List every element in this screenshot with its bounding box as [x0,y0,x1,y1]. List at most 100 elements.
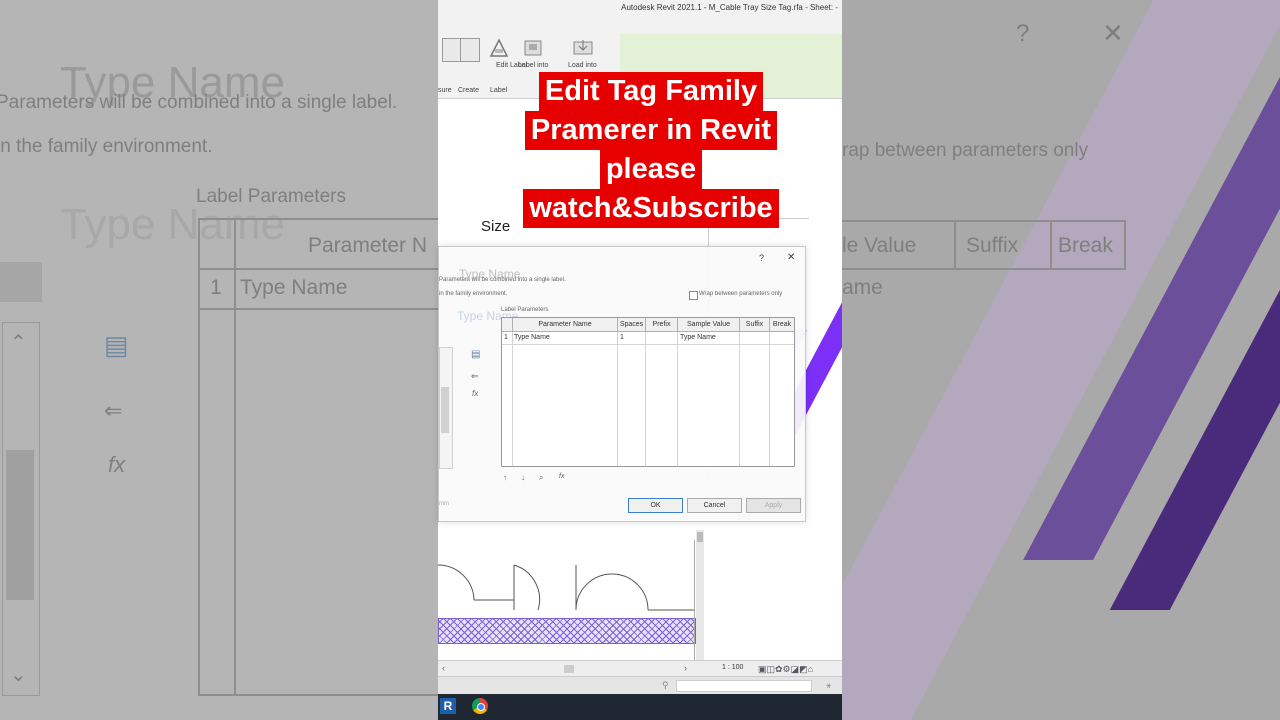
background-title-ghost-2: Type Name [60,200,285,249]
row-index: 1 [504,334,508,341]
edit-label-button[interactable] [488,38,514,60]
column-spaces: Spaces [618,318,646,332]
background-break: Break [1058,234,1113,257]
edit-label-dialog: ? ✕ Type Name Parameters will be combine… [438,246,806,522]
view-edge [694,540,695,660]
dialog-info-line2: in the family environment. [439,291,508,297]
edit-parameter-icon[interactable]: ⌕ [539,473,543,483]
background-close-icon: ✕ [1102,18,1124,48]
scroll-left-icon[interactable]: ‹ [442,663,445,673]
column-parameter-name: Parameter Name [513,318,618,332]
background-right-col-3 [1124,220,1126,270]
add-parameter-icon[interactable]: ▤ [471,349,480,360]
background-table-header-line [198,268,438,270]
vertical-scrollbar[interactable] [696,530,704,660]
column-break: Break [770,318,794,332]
apply-button[interactable]: Apply [746,498,801,513]
background-parameter-header: Parameter N [308,234,428,257]
horizontal-scroll-thumb[interactable] [564,665,574,673]
workset-icon[interactable]: ⚲ [662,680,669,691]
background-table-icon: ▤ [104,330,129,360]
view-scale[interactable]: 1 : 100 [722,664,743,671]
ribbon-group-create: Create [458,87,480,94]
background-row-value: Type Name [240,276,348,299]
vertical-scroll-thumb[interactable] [697,532,703,542]
wrap-checkbox-label: Wrap between parameters only [699,291,783,297]
chrome-center-icon [477,703,485,711]
background-help-icon: ? [1016,20,1030,47]
cancel-button[interactable]: Cancel [687,498,742,513]
banner-line-2: Pramerer in Revit [524,111,778,150]
table-index-header [502,318,513,332]
load-into-text: Load into [568,62,597,69]
move-up-icon[interactable]: ↑ [503,473,507,482]
background-right-table-header [842,268,1126,270]
door-arcs [438,564,694,611]
cable-tray-hatch [438,618,696,644]
background-right-col-2 [1050,220,1052,270]
cell-parameter-name[interactable]: Type Name [514,332,550,343]
banner-line-3: please [599,150,703,189]
formula-icon[interactable]: fx [559,473,564,480]
status-dropdown[interactable] [676,680,812,692]
label-parameters-table: Parameter Name Spaces Prefix Sample Valu… [501,317,795,467]
dialog-close-icon[interactable]: ✕ [787,252,795,263]
background-row-sample: ame [842,276,883,299]
ok-button[interactable]: OK [628,498,683,513]
category-list-thumb[interactable] [441,387,449,433]
load-into-button[interactable] [572,38,598,60]
background-left-panel: Type Name Parameters will be combined in… [0,0,438,720]
background-suffix: Suffix [966,234,1019,257]
taskbar: R [438,694,842,720]
column-prefix: Prefix [646,318,678,332]
background-scroll-down-icon: ⌄ [10,664,27,686]
label-into-icon [524,40,542,56]
banner-line-1: Edit Tag Family [538,72,764,111]
column-sample-value: Sample Value [678,318,740,332]
window-title: Autodesk Revit 2021.1 - M_Cable Tray Siz… [621,3,838,12]
background-fx-icon: fx [108,452,126,477]
background-table-row-line [198,308,438,310]
background-row-index: 1 [210,276,222,299]
view-control-icons[interactable]: ▣◫✿⚙◪◩⌂ [758,664,813,675]
chrome-app-icon[interactable] [472,698,488,714]
scroll-right-icon[interactable]: › [684,663,687,673]
background-info-line2: in the family environment. [0,136,213,157]
col-divider [769,332,770,466]
col-divider [677,332,678,466]
create-button[interactable] [460,38,480,62]
background-scroll-up-icon: ⌃ [10,332,27,354]
remove-parameter-icon[interactable]: ⇐ [471,371,479,382]
col-divider [617,332,618,466]
dialog-help-icon[interactable]: ? [759,253,764,263]
label-into-button[interactable] [522,38,548,60]
view-control-bar: 1 : 100 ▣◫✿⚙◪◩⌂ › ‹ [438,660,842,677]
background-right-panel: rap between parameters only le Value Suf… [842,0,1280,720]
background-sample-value: le Value [842,234,917,257]
background-arrow-left-icon: ⇐ [104,398,123,423]
background-stripe-light [842,0,1280,720]
background-table-bottom [198,694,438,696]
size-label: Size [481,218,511,235]
banner-line-4: watch&Subscribe [523,189,779,228]
col-divider [645,332,646,466]
video-banner: Edit Tag Family Pramerer in Revit please… [511,72,791,228]
edit-formula-icon[interactable]: fx [472,389,478,398]
column-suffix: Suffix [740,318,770,332]
ribbon-group-label: Label [490,87,508,94]
col-divider [739,332,740,466]
move-down-icon[interactable]: ↓ [521,473,525,482]
label-into-text: Label into [518,62,549,69]
cell-spaces[interactable]: 1 [620,332,624,343]
revit-app-icon[interactable]: R [440,698,456,714]
wrap-checkbox[interactable] [689,291,698,300]
cell-sample-value[interactable]: Type Name [680,332,716,343]
background-right-col-1 [954,220,956,270]
dialog-info-line1: Parameters will be combined into a singl… [439,277,566,283]
filter-icon[interactable]: ⚹ [826,680,831,691]
edit-label-icon [489,38,509,57]
background-table-col [234,218,236,696]
status-bar: ⚲ ⚹ [438,676,842,695]
background-wrap-text: rap between parameters only [842,140,1089,161]
background-table-left [198,218,200,696]
